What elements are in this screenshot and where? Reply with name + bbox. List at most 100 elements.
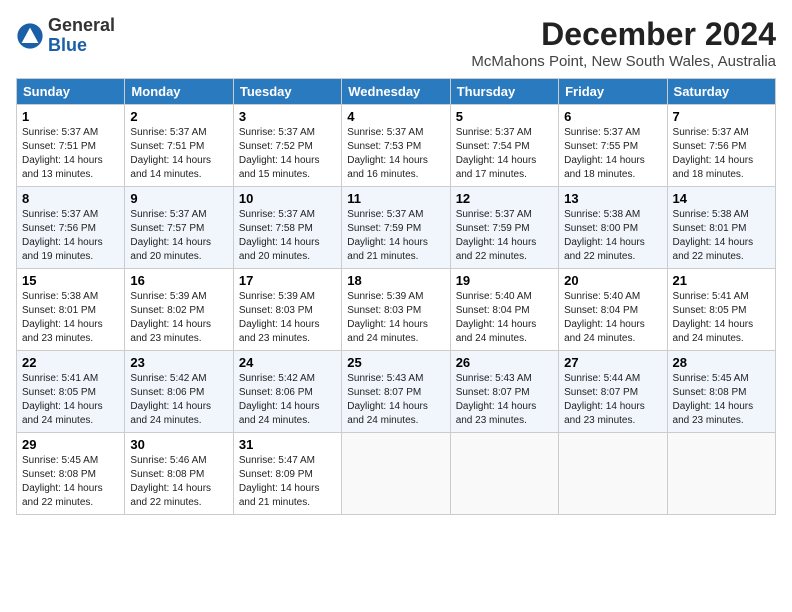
table-row: 7Sunrise: 5:37 AM Sunset: 7:56 PM Daylig… — [667, 105, 775, 187]
table-row: 14Sunrise: 5:38 AM Sunset: 8:01 PM Dayli… — [667, 187, 775, 269]
table-row: 23 Sunrise: 5:42 AM Sunset: 8:06 PM Dayli… — [125, 351, 233, 433]
day-number: 10 — [239, 191, 336, 206]
day-info: Sunrise: 5:37 AM Sunset: 7:51 PM Dayligh… — [130, 126, 227, 182]
day-number: 18 — [347, 273, 444, 288]
table-row: 22 Sunrise: 5:41 AM Sunset: 8:05 PM Dayli… — [17, 351, 125, 433]
table-row: 20Sunrise: 5:40 AM Sunset: 8:04 PM Dayli… — [559, 269, 667, 351]
day-info: Sunrise: 5:40 AM Sunset: 8:04 PM Dayligh… — [564, 290, 661, 346]
logo-blue-text: Blue — [48, 35, 87, 55]
day-info: Sunrise: 5:37 AM Sunset: 7:53 PM Dayligh… — [347, 126, 444, 182]
day-header-wednesday: Wednesday — [342, 79, 450, 105]
logo: General Blue — [16, 16, 115, 56]
day-info: Sunrise: 5:37 AM Sunset: 7:54 PM Dayligh… — [456, 126, 553, 182]
main-title: December 2024 — [471, 16, 776, 53]
day-info: Sunrise: 5:40 AM Sunset: 8:04 PM Dayligh… — [456, 290, 553, 346]
day-number: 26 — [456, 355, 553, 370]
table-row: 30 Sunrise: 5:46 AM Sunset: 8:08 PM Dayli… — [125, 433, 233, 515]
day-info: Sunrise: 5:37 AM Sunset: 7:52 PM Dayligh… — [239, 126, 336, 182]
table-row: 1 Sunrise: 5:37 AM Sunset: 7:51 PM Daylig… — [17, 105, 125, 187]
table-row: 31 Sunrise: 5:47 AM Sunset: 8:09 PM Dayli… — [233, 433, 341, 515]
title-area: December 2024 McMahons Point, New South … — [471, 16, 776, 70]
day-number: 23 — [130, 355, 227, 370]
table-row: 15Sunrise: 5:38 AM Sunset: 8:01 PM Dayli… — [17, 269, 125, 351]
day-number: 1 — [22, 109, 119, 124]
day-number: 31 — [239, 437, 336, 452]
day-number: 24 — [239, 355, 336, 370]
day-number: 21 — [673, 273, 770, 288]
table-row: 3 Sunrise: 5:37 AM Sunset: 7:52 PM Daylig… — [233, 105, 341, 187]
day-info: Sunrise: 5:41 AM Sunset: 8:05 PM Dayligh… — [22, 372, 119, 428]
table-row: 18 Sunrise: 5:39 AM Sunset: 8:03 PM Dayli… — [342, 269, 450, 351]
day-info: Sunrise: 5:44 AM Sunset: 8:07 PM Dayligh… — [564, 372, 661, 428]
day-info: Sunrise: 5:42 AM Sunset: 8:06 PM Dayligh… — [130, 372, 227, 428]
logo-icon — [16, 22, 44, 50]
table-row: 5 Sunrise: 5:37 AM Sunset: 7:54 PM Daylig… — [450, 105, 558, 187]
table-row: 27 Sunrise: 5:44 AM Sunset: 8:07 PM Dayli… — [559, 351, 667, 433]
day-info: Sunrise: 5:45 AM Sunset: 8:08 PM Dayligh… — [673, 372, 770, 428]
day-header-tuesday: Tuesday — [233, 79, 341, 105]
day-number: 22 — [22, 355, 119, 370]
table-row — [450, 433, 558, 515]
day-number: 30 — [130, 437, 227, 452]
day-info: Sunrise: 5:37 AM Sunset: 7:56 PM Dayligh… — [22, 208, 119, 264]
day-number: 13 — [564, 191, 661, 206]
day-header-thursday: Thursday — [450, 79, 558, 105]
table-row: 21Sunrise: 5:41 AM Sunset: 8:05 PM Dayli… — [667, 269, 775, 351]
table-row: 13 Sunrise: 5:38 AM Sunset: 8:00 PM Dayli… — [559, 187, 667, 269]
day-info: Sunrise: 5:39 AM Sunset: 8:03 PM Dayligh… — [347, 290, 444, 346]
table-row: 4 Sunrise: 5:37 AM Sunset: 7:53 PM Daylig… — [342, 105, 450, 187]
table-row: 25 Sunrise: 5:43 AM Sunset: 8:07 PM Dayli… — [342, 351, 450, 433]
table-row: 17 Sunrise: 5:39 AM Sunset: 8:03 PM Dayli… — [233, 269, 341, 351]
table-row: 12 Sunrise: 5:37 AM Sunset: 7:59 PM Dayli… — [450, 187, 558, 269]
subtitle: McMahons Point, New South Wales, Austral… — [471, 53, 776, 70]
day-info: Sunrise: 5:37 AM Sunset: 7:51 PM Dayligh… — [22, 126, 119, 182]
calendar-table: SundayMondayTuesdayWednesdayThursdayFrid… — [16, 78, 776, 515]
day-info: Sunrise: 5:39 AM Sunset: 8:02 PM Dayligh… — [130, 290, 227, 346]
day-info: Sunrise: 5:45 AM Sunset: 8:08 PM Dayligh… — [22, 454, 119, 510]
day-number: 28 — [673, 355, 770, 370]
table-row: 10 Sunrise: 5:37 AM Sunset: 7:58 PM Dayli… — [233, 187, 341, 269]
day-number: 5 — [456, 109, 553, 124]
day-header-friday: Friday — [559, 79, 667, 105]
day-info: Sunrise: 5:38 AM Sunset: 8:00 PM Dayligh… — [564, 208, 661, 264]
day-info: Sunrise: 5:43 AM Sunset: 8:07 PM Dayligh… — [456, 372, 553, 428]
day-number: 11 — [347, 191, 444, 206]
day-number: 27 — [564, 355, 661, 370]
day-info: Sunrise: 5:37 AM Sunset: 7:58 PM Dayligh… — [239, 208, 336, 264]
table-row: 8 Sunrise: 5:37 AM Sunset: 7:56 PM Daylig… — [17, 187, 125, 269]
day-number: 29 — [22, 437, 119, 452]
day-info: Sunrise: 5:37 AM Sunset: 7:57 PM Dayligh… — [130, 208, 227, 264]
table-row — [667, 433, 775, 515]
day-header-saturday: Saturday — [667, 79, 775, 105]
table-row: 6Sunrise: 5:37 AM Sunset: 7:55 PM Daylig… — [559, 105, 667, 187]
day-header-monday: Monday — [125, 79, 233, 105]
day-info: Sunrise: 5:37 AM Sunset: 7:59 PM Dayligh… — [456, 208, 553, 264]
day-number: 12 — [456, 191, 553, 206]
table-row: 9 Sunrise: 5:37 AM Sunset: 7:57 PM Daylig… — [125, 187, 233, 269]
day-info: Sunrise: 5:42 AM Sunset: 8:06 PM Dayligh… — [239, 372, 336, 428]
day-number: 9 — [130, 191, 227, 206]
day-number: 2 — [130, 109, 227, 124]
day-number: 17 — [239, 273, 336, 288]
table-row: 24 Sunrise: 5:42 AM Sunset: 8:06 PM Dayli… — [233, 351, 341, 433]
table-row — [559, 433, 667, 515]
day-number: 4 — [347, 109, 444, 124]
day-number: 8 — [22, 191, 119, 206]
table-row — [342, 433, 450, 515]
day-number: 19 — [456, 273, 553, 288]
day-info: Sunrise: 5:37 AM Sunset: 7:59 PM Dayligh… — [347, 208, 444, 264]
day-number: 16 — [130, 273, 227, 288]
day-info: Sunrise: 5:43 AM Sunset: 8:07 PM Dayligh… — [347, 372, 444, 428]
table-row: 29 Sunrise: 5:45 AM Sunset: 8:08 PM Dayli… — [17, 433, 125, 515]
day-info: Sunrise: 5:46 AM Sunset: 8:08 PM Dayligh… — [130, 454, 227, 510]
table-row: 2 Sunrise: 5:37 AM Sunset: 7:51 PM Daylig… — [125, 105, 233, 187]
table-row: 26 Sunrise: 5:43 AM Sunset: 8:07 PM Dayli… — [450, 351, 558, 433]
day-number: 25 — [347, 355, 444, 370]
day-number: 15 — [22, 273, 119, 288]
day-header-sunday: Sunday — [17, 79, 125, 105]
day-info: Sunrise: 5:47 AM Sunset: 8:09 PM Dayligh… — [239, 454, 336, 510]
day-number: 3 — [239, 109, 336, 124]
table-row: 16 Sunrise: 5:39 AM Sunset: 8:02 PM Dayli… — [125, 269, 233, 351]
day-number: 7 — [673, 109, 770, 124]
day-info: Sunrise: 5:39 AM Sunset: 8:03 PM Dayligh… — [239, 290, 336, 346]
